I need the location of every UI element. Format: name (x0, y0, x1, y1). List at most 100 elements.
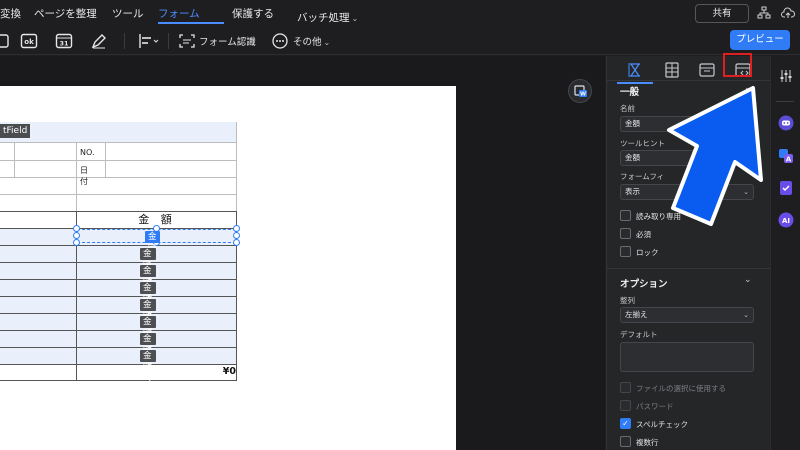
other-label: その他 (293, 37, 322, 48)
grid-line (0, 142, 237, 143)
svg-text:A: A (786, 156, 792, 164)
grid-line (0, 279, 237, 280)
menu-protect[interactable]: 保護する (232, 6, 274, 21)
password-label: パスワード (636, 402, 674, 411)
options-tab-icon[interactable] (662, 60, 682, 80)
toolbar-divider (168, 33, 169, 49)
grid-line (0, 262, 237, 263)
menu-batch[interactable]: バッチ処理 ⌄ (297, 6, 358, 25)
align-icon[interactable] (138, 32, 159, 50)
options-section-title[interactable]: オプション (620, 276, 668, 290)
grid-line (0, 177, 237, 178)
grid-line (0, 347, 237, 348)
active-menu-indicator (158, 22, 224, 24)
lock-checkbox[interactable] (620, 246, 631, 257)
other-menu[interactable]: その他 ⌄ (293, 34, 330, 48)
selected-field-chip[interactable]: 金額 (145, 231, 160, 254)
file-select-checkbox[interactable] (620, 382, 631, 393)
actions-tab-icon[interactable] (697, 60, 717, 80)
field-chip[interactable]: 金額_5 (140, 316, 156, 351)
row-fill (0, 348, 237, 364)
appearance-tab-icon[interactable] (625, 60, 645, 80)
field-chip[interactable]: 金額_6 (140, 333, 156, 368)
field-chip[interactable]: 金額_2 (140, 265, 156, 300)
header-band (0, 122, 237, 142)
share-button[interactable]: 共有 (695, 4, 749, 23)
ai-icon[interactable]: AI (778, 212, 794, 228)
grid-line (0, 194, 237, 195)
chevron-down-icon[interactable]: ⌄ (744, 275, 752, 285)
password-checkbox[interactable] (620, 400, 631, 411)
default-label: デフォルト (620, 330, 658, 339)
form-toolbar: ok 31 フォーム認識 その他 ⌄ (0, 27, 800, 55)
svg-text:ok: ok (24, 38, 34, 46)
chevron-down-icon: ⌄ (351, 14, 359, 23)
resize-handle[interactable] (233, 239, 240, 246)
align-value: 左揃え (625, 310, 648, 319)
resize-handle[interactable] (233, 232, 240, 239)
resize-handle[interactable] (233, 225, 240, 232)
grid-line (14, 142, 15, 177)
multiline-label: 複数行 (636, 438, 659, 447)
translate-icon[interactable]: A (778, 148, 794, 164)
menu-form[interactable]: フォーム (158, 6, 200, 21)
field-chip[interactable]: 金額_3 (140, 282, 156, 317)
grid-line (0, 330, 237, 331)
highlight-box (723, 53, 752, 77)
panel-divider (607, 80, 770, 81)
chevron-down-icon: ⌄ (323, 38, 331, 47)
grid-line (0, 160, 237, 161)
svg-text:W: W (580, 92, 586, 98)
menu-batch-label: バッチ処理 (297, 12, 350, 24)
form-recognition-icon[interactable] (178, 32, 196, 50)
rail-divider (776, 101, 794, 102)
svg-text:31: 31 (59, 40, 69, 48)
row-fill (0, 297, 237, 313)
grid-line (0, 313, 237, 314)
more-icon[interactable] (271, 32, 289, 50)
row-fill (0, 246, 237, 262)
sitemap-icon[interactable] (757, 6, 771, 20)
properties-icon[interactable] (778, 68, 794, 84)
date-label: 日付 (80, 166, 88, 186)
menu-organize-pages[interactable]: ページを整理 (34, 6, 97, 21)
cloud-upload-icon[interactable] (781, 6, 796, 20)
form-recognition-label[interactable]: フォーム認識 (199, 34, 256, 48)
sign-field-icon[interactable] (90, 32, 108, 50)
resize-handle[interactable] (73, 232, 80, 239)
ocr-float-button[interactable]: W (568, 79, 592, 103)
align-select[interactable]: 左揃え ⌄ (620, 307, 754, 323)
field-chip[interactable]: 金額_1 (140, 248, 156, 283)
file-select-label: ファイルの選択に使用する (636, 384, 726, 393)
field-chip[interactable]: 金額_4 (140, 299, 156, 334)
field-chip[interactable]: 金額_7 (140, 350, 156, 385)
ok-field-icon[interactable]: ok (20, 32, 38, 50)
default-value-input[interactable] (620, 342, 754, 372)
field-icon[interactable] (0, 32, 12, 50)
spellcheck-label: スペルチェック (636, 420, 688, 429)
menu-tools[interactable]: ツール (112, 6, 144, 21)
multiline-checkbox[interactable] (620, 436, 631, 447)
field-tag[interactable]: tField (0, 124, 31, 138)
ai-assistant-icon[interactable] (778, 115, 794, 131)
grid-line (0, 380, 237, 381)
resize-handle[interactable] (73, 239, 80, 246)
lock-label: ロック (636, 248, 659, 257)
svg-text:AI: AI (782, 217, 790, 225)
grid-line (0, 296, 237, 297)
chevron-down-icon: ⌄ (743, 311, 749, 319)
app-window: 変換 ページを整理 ツール フォーム 保護する バッチ処理⌄ 共有 ok 31 (0, 0, 800, 450)
spellcheck-checkbox[interactable]: ✓ (620, 418, 631, 429)
align-label: 整列 (620, 296, 635, 305)
date-field-icon[interactable]: 31 (55, 32, 73, 50)
check-document-icon[interactable] (778, 180, 794, 196)
grid-line (0, 245, 237, 246)
grid-line (105, 142, 106, 177)
row-fill (0, 331, 237, 347)
preview-button[interactable]: プレビュー (730, 30, 790, 50)
row-fill (0, 280, 237, 296)
menu-convert[interactable]: 変換 (0, 6, 21, 21)
total-value: ¥0 (222, 366, 236, 377)
resize-handle[interactable] (73, 225, 80, 232)
grid-line (0, 364, 237, 365)
